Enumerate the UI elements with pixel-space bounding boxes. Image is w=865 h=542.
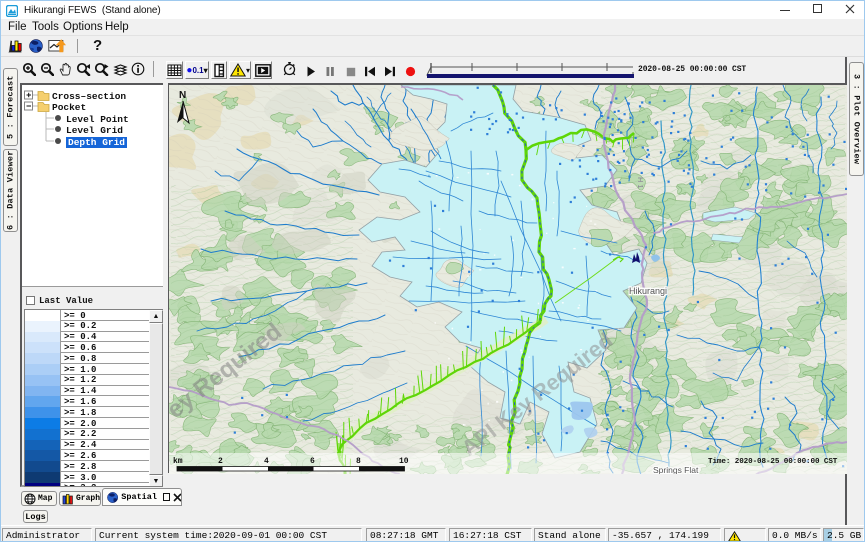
svg-text:8: 8 (356, 457, 361, 466)
svg-text:Springs Flat: Springs Flat (653, 465, 699, 474)
svg-text:4: 4 (264, 457, 269, 466)
svg-text:2: 2 (218, 457, 223, 466)
svg-text:Hikurangi: Hikurangi (629, 286, 667, 296)
svg-text:km: km (173, 457, 183, 466)
svg-text:N: N (179, 90, 186, 101)
svg-text:6: 6 (310, 457, 315, 466)
svg-text:H 1: H 1 (636, 177, 645, 189)
svg-text:Time: 2020-08-25 00:00:00 CST: Time: 2020-08-25 00:00:00 CST (708, 458, 838, 466)
svg-text:10: 10 (399, 457, 409, 466)
